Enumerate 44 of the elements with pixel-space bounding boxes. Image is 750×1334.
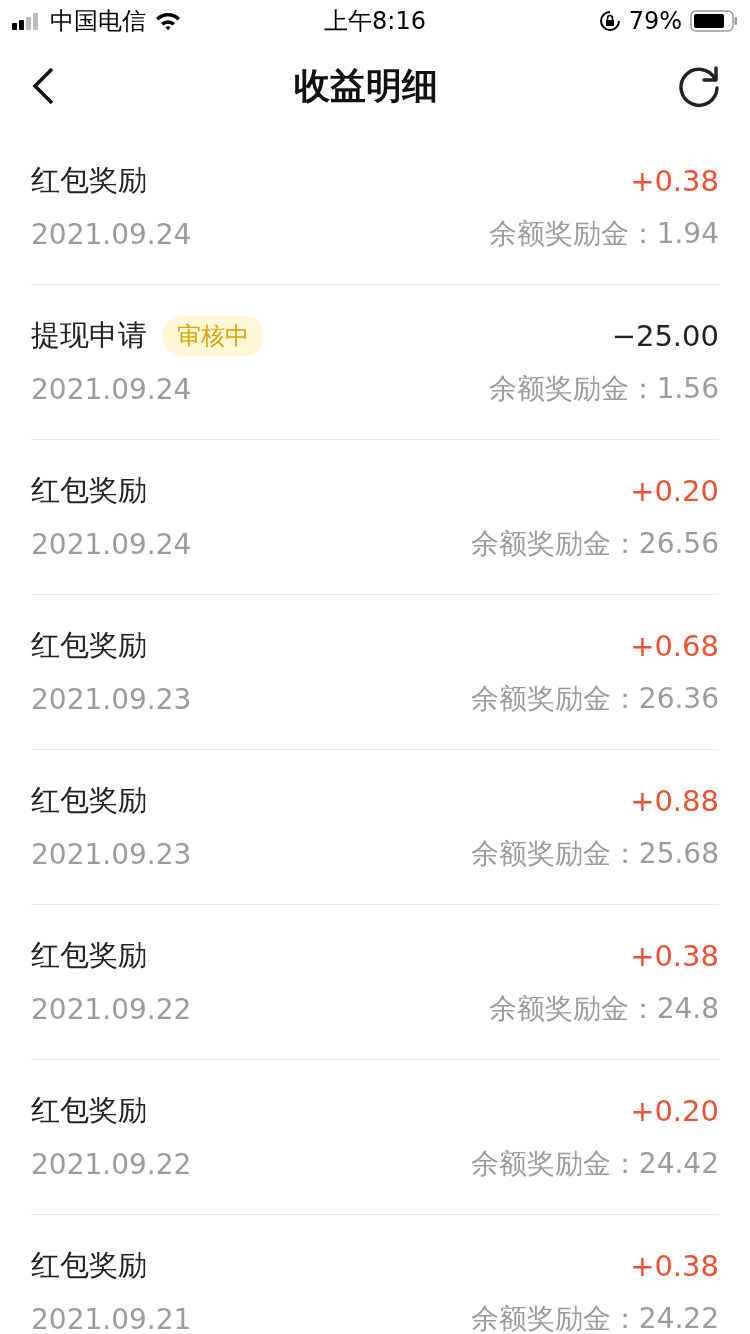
entry-date: 2021.09.23 (31, 682, 192, 716)
entry-title: 红包奖励 (31, 937, 147, 974)
balance-text: 余额奖励金：25.68 (470, 836, 719, 872)
entry-date: 2021.09.24 (31, 217, 192, 251)
balance-text: 余额奖励金：24.8 (488, 991, 719, 1027)
entry-date: 2021.09.21 (31, 1302, 192, 1334)
balance-text: 余额奖励金：26.36 (470, 681, 719, 717)
battery-percent: 79% (628, 7, 682, 35)
entry-date: 2021.09.23 (31, 837, 192, 871)
entry-title: 红包奖励 (31, 782, 147, 819)
entry-title: 提现申请 (31, 317, 147, 354)
entry-amount: +0.38 (630, 1249, 719, 1283)
entry-date: 2021.09.24 (31, 372, 192, 406)
carrier-name: 中国电信 (50, 6, 146, 37)
back-icon (30, 66, 56, 106)
entry-date: 2021.09.22 (31, 1147, 192, 1181)
entry-amount: +0.20 (630, 474, 719, 508)
page-title: 收益明细 (294, 63, 438, 108)
entry-amount: +0.20 (630, 1094, 719, 1128)
entry-title: 红包奖励 (31, 162, 147, 199)
entry-title: 红包奖励 (31, 1247, 147, 1284)
entry-title: 红包奖励 (31, 1092, 147, 1129)
balance-text: 余额奖励金：24.42 (470, 1146, 719, 1182)
rotation-lock-icon (598, 10, 621, 32)
balance-text: 余额奖励金：1.94 (488, 216, 719, 252)
entry-amount: +0.88 (630, 784, 719, 818)
entry-date: 2021.09.22 (31, 992, 192, 1026)
back-button[interactable] (30, 66, 56, 106)
battery-icon (690, 10, 738, 32)
refresh-button[interactable] (676, 63, 722, 109)
status-badge: 审核中 (163, 316, 263, 356)
clock-time: 上午8:16 (324, 6, 426, 37)
entry-amount: +0.38 (630, 164, 719, 198)
balance-text: 余额奖励金：1.56 (488, 371, 719, 407)
refresh-icon (676, 63, 722, 109)
entry-title: 红包奖励 (31, 472, 147, 509)
balance-text: 余额奖励金：24.22 (470, 1301, 719, 1334)
entry-amount: +0.68 (630, 629, 719, 663)
balance-text: 余额奖励金：26.56 (470, 526, 719, 562)
entry-amount: −25.00 (611, 319, 719, 353)
entry-amount: +0.38 (630, 939, 719, 973)
wifi-icon (154, 11, 182, 31)
entry-title: 红包奖励 (31, 627, 147, 664)
entry-date: 2021.09.24 (31, 527, 192, 561)
